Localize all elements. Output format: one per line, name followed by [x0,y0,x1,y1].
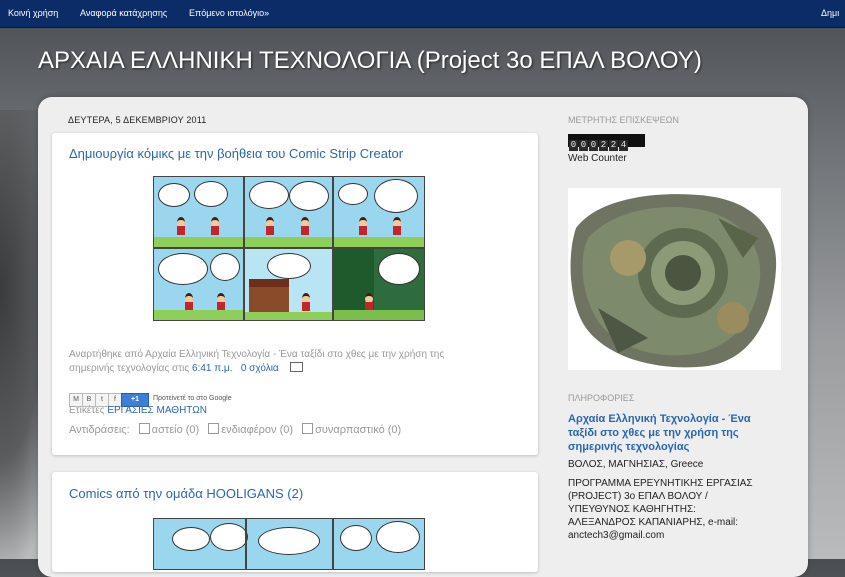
reaction-checkbox-funny[interactable] [138,423,150,434]
speech-bubble [258,527,320,555]
info-heading: ΠΛΗΡΟΦΟΡΙΕΣ [568,393,635,403]
email-post-icon[interactable] [289,362,303,372]
about-line: anctech3@gmail.com [568,530,665,541]
reactions-prefix: Αντιδράσεις: [69,424,130,436]
comic-panel [334,249,424,320]
post-byline: Αναρτήθηκε από Αρχαία Ελληνική Τεχνολογί… [69,348,444,376]
comic-strip-image[interactable] [153,176,425,321]
comic-character [392,217,402,237]
speech-bubble [210,253,240,281]
reaction-label-interesting: ενδιαφέρον (0) [221,424,294,436]
about-line: ΠΡΟΓΡΑΜΜΑ ΕΡΕΥΝΗΤΙΚΗΣ ΕΡΓΑΣΙΑΣ [568,478,753,489]
speech-bubble [340,525,372,551]
counter-digit: 4 [619,140,628,151]
speech-bubble [249,181,289,209]
counter-digit: 2 [599,140,608,151]
comic-character [265,217,275,237]
navbar-create-blog-link[interactable]: Δημι [821,8,839,18]
speech-bubble [378,253,420,285]
blogger-navbar: Κοινή χρήση Αναφορά κατάχρησης Επόμενο ι… [0,0,845,28]
recommend-google-text: Προτείνετέ το στο Google [153,395,232,402]
post-card: Comics από την ομάδα HOOLIGANS (2) [52,472,538,572]
speech-bubble [338,183,368,205]
navbar-share-link[interactable]: Κοινή χρήση [8,8,58,18]
speech-bubble [376,521,420,553]
post-time-link[interactable]: 6:41 π.μ. [192,363,232,374]
profile-location: ΒΟΛΟΣ, ΜΑΓΝΗΣΙΑΣ, Greece [568,459,704,470]
posted-by-text: Αναρτήθηκε από Αρχαία Ελληνική Τεχνολογί… [69,349,445,360]
post-title-link[interactable]: Comics από την ομάδα HOOLIGANS (2) [69,486,303,501]
speech-bubble [158,183,190,207]
comic-character [300,217,310,237]
counter-digit: 0 [579,140,588,151]
comic-strip-image[interactable] [153,518,425,570]
comic-panel [245,177,334,249]
counter-digit: 2 [609,140,618,151]
navbar-next-blog-link[interactable]: Επόμενο ιστολόγιο» [189,8,269,18]
counter-heading: ΜΕΤΡΗΤΗΣ ΕΠΙΣΚΕΨΕΩΝ [568,115,679,125]
speech-bubble [210,523,248,551]
speech-bubble [194,181,228,207]
web-counter-label: Web Counter [568,153,627,164]
profile-about: ΠΡΟΓΡΑΜΜΑ ΕΡΕΥΝΗΤΙΚΗΣ ΕΡΓΑΣΙΑΣ (PROJECT)… [568,477,753,542]
comic-panel [245,249,334,320]
comic-character [301,293,311,313]
label-link[interactable]: ΕΡΓΑΣΙΕΣ ΜΑΘΗΤΩΝ [107,405,207,416]
counter-digit: 0 [569,140,578,151]
speech-bubble [158,253,208,285]
about-line: ΑΛΕΞΑΝΔΡΟΣ ΚΑΠΑΝΙΑΡΗΣ, e-mail: [568,517,739,528]
profile-name-link[interactable]: Αρχαία Ελληνική Τεχνολογία - Ένα ταξίδι … [568,412,751,454]
date-header: ΔΕΥΤΕΡΑ, 5 ΔΕΚΕΜΒΡΙΟΥ 2011 [68,115,207,125]
labels-prefix: Ετικέτες [69,405,105,416]
posted-at-text: σημερινής τεχνολογίας στις [69,363,190,374]
reaction-label-exciting: συναρπαστικό (0) [315,424,402,436]
visit-counter[interactable]: 000224 [568,134,645,151]
speech-bubble [267,253,311,279]
comments-link[interactable]: 0 σχόλια [241,363,279,374]
speech-bubble [374,179,418,213]
about-line: (PROJECT) 3ο ΕΠΑΛ ΒΟΛΟΥ / [568,491,708,502]
comic-panel [334,177,424,249]
comic-character [358,217,368,237]
post-reactions: Αντιδράσεις: αστείο (0) ενδιαφέρον (0) σ… [69,423,401,437]
reaction-checkbox-exciting[interactable] [302,423,314,434]
speech-bubble [172,527,210,551]
post-card: Δημιουργία κόμικς με την βοήθεια του Com… [52,133,538,455]
comic-character [210,217,220,237]
comic-panel [154,177,245,249]
comic-panel [154,249,245,320]
reaction-label-funny: αστείο (0) [151,424,200,436]
about-line: ΥΠΕΥΘΥΝΟΣ ΚΑΘΗΓΗΤΗΣ: [568,504,696,515]
speech-bubble [289,181,329,211]
counter-digit: 0 [589,140,598,151]
profile-name-line: ταξίδι στο χθες με την χρήση της [568,427,739,439]
post-labels: Ετικέτες ΕΡΓΑΣΙΕΣ ΜΑΘΗΤΩΝ [69,404,207,418]
profile-name-line: σημερινής τεχνολογίας [568,441,690,453]
navbar-report-abuse-link[interactable]: Αναφορά κατάχρησης [80,8,167,18]
reaction-checkbox-interesting[interactable] [208,423,220,434]
post-title-link[interactable]: Δημιουργία κόμικς με την βοήθεια του Com… [69,146,403,161]
comic-character [176,217,186,237]
antikythera-mechanism-image [568,188,781,370]
profile-name-line: Αρχαία Ελληνική Τεχνολογία - Ένα [568,413,751,425]
blog-title[interactable]: ΑΡΧΑΙΑ ΕΛΛΗΝΙΚΗ ΤΕΧΝΟΛΟΓΙΑ (Project 3o Ε… [38,47,702,75]
